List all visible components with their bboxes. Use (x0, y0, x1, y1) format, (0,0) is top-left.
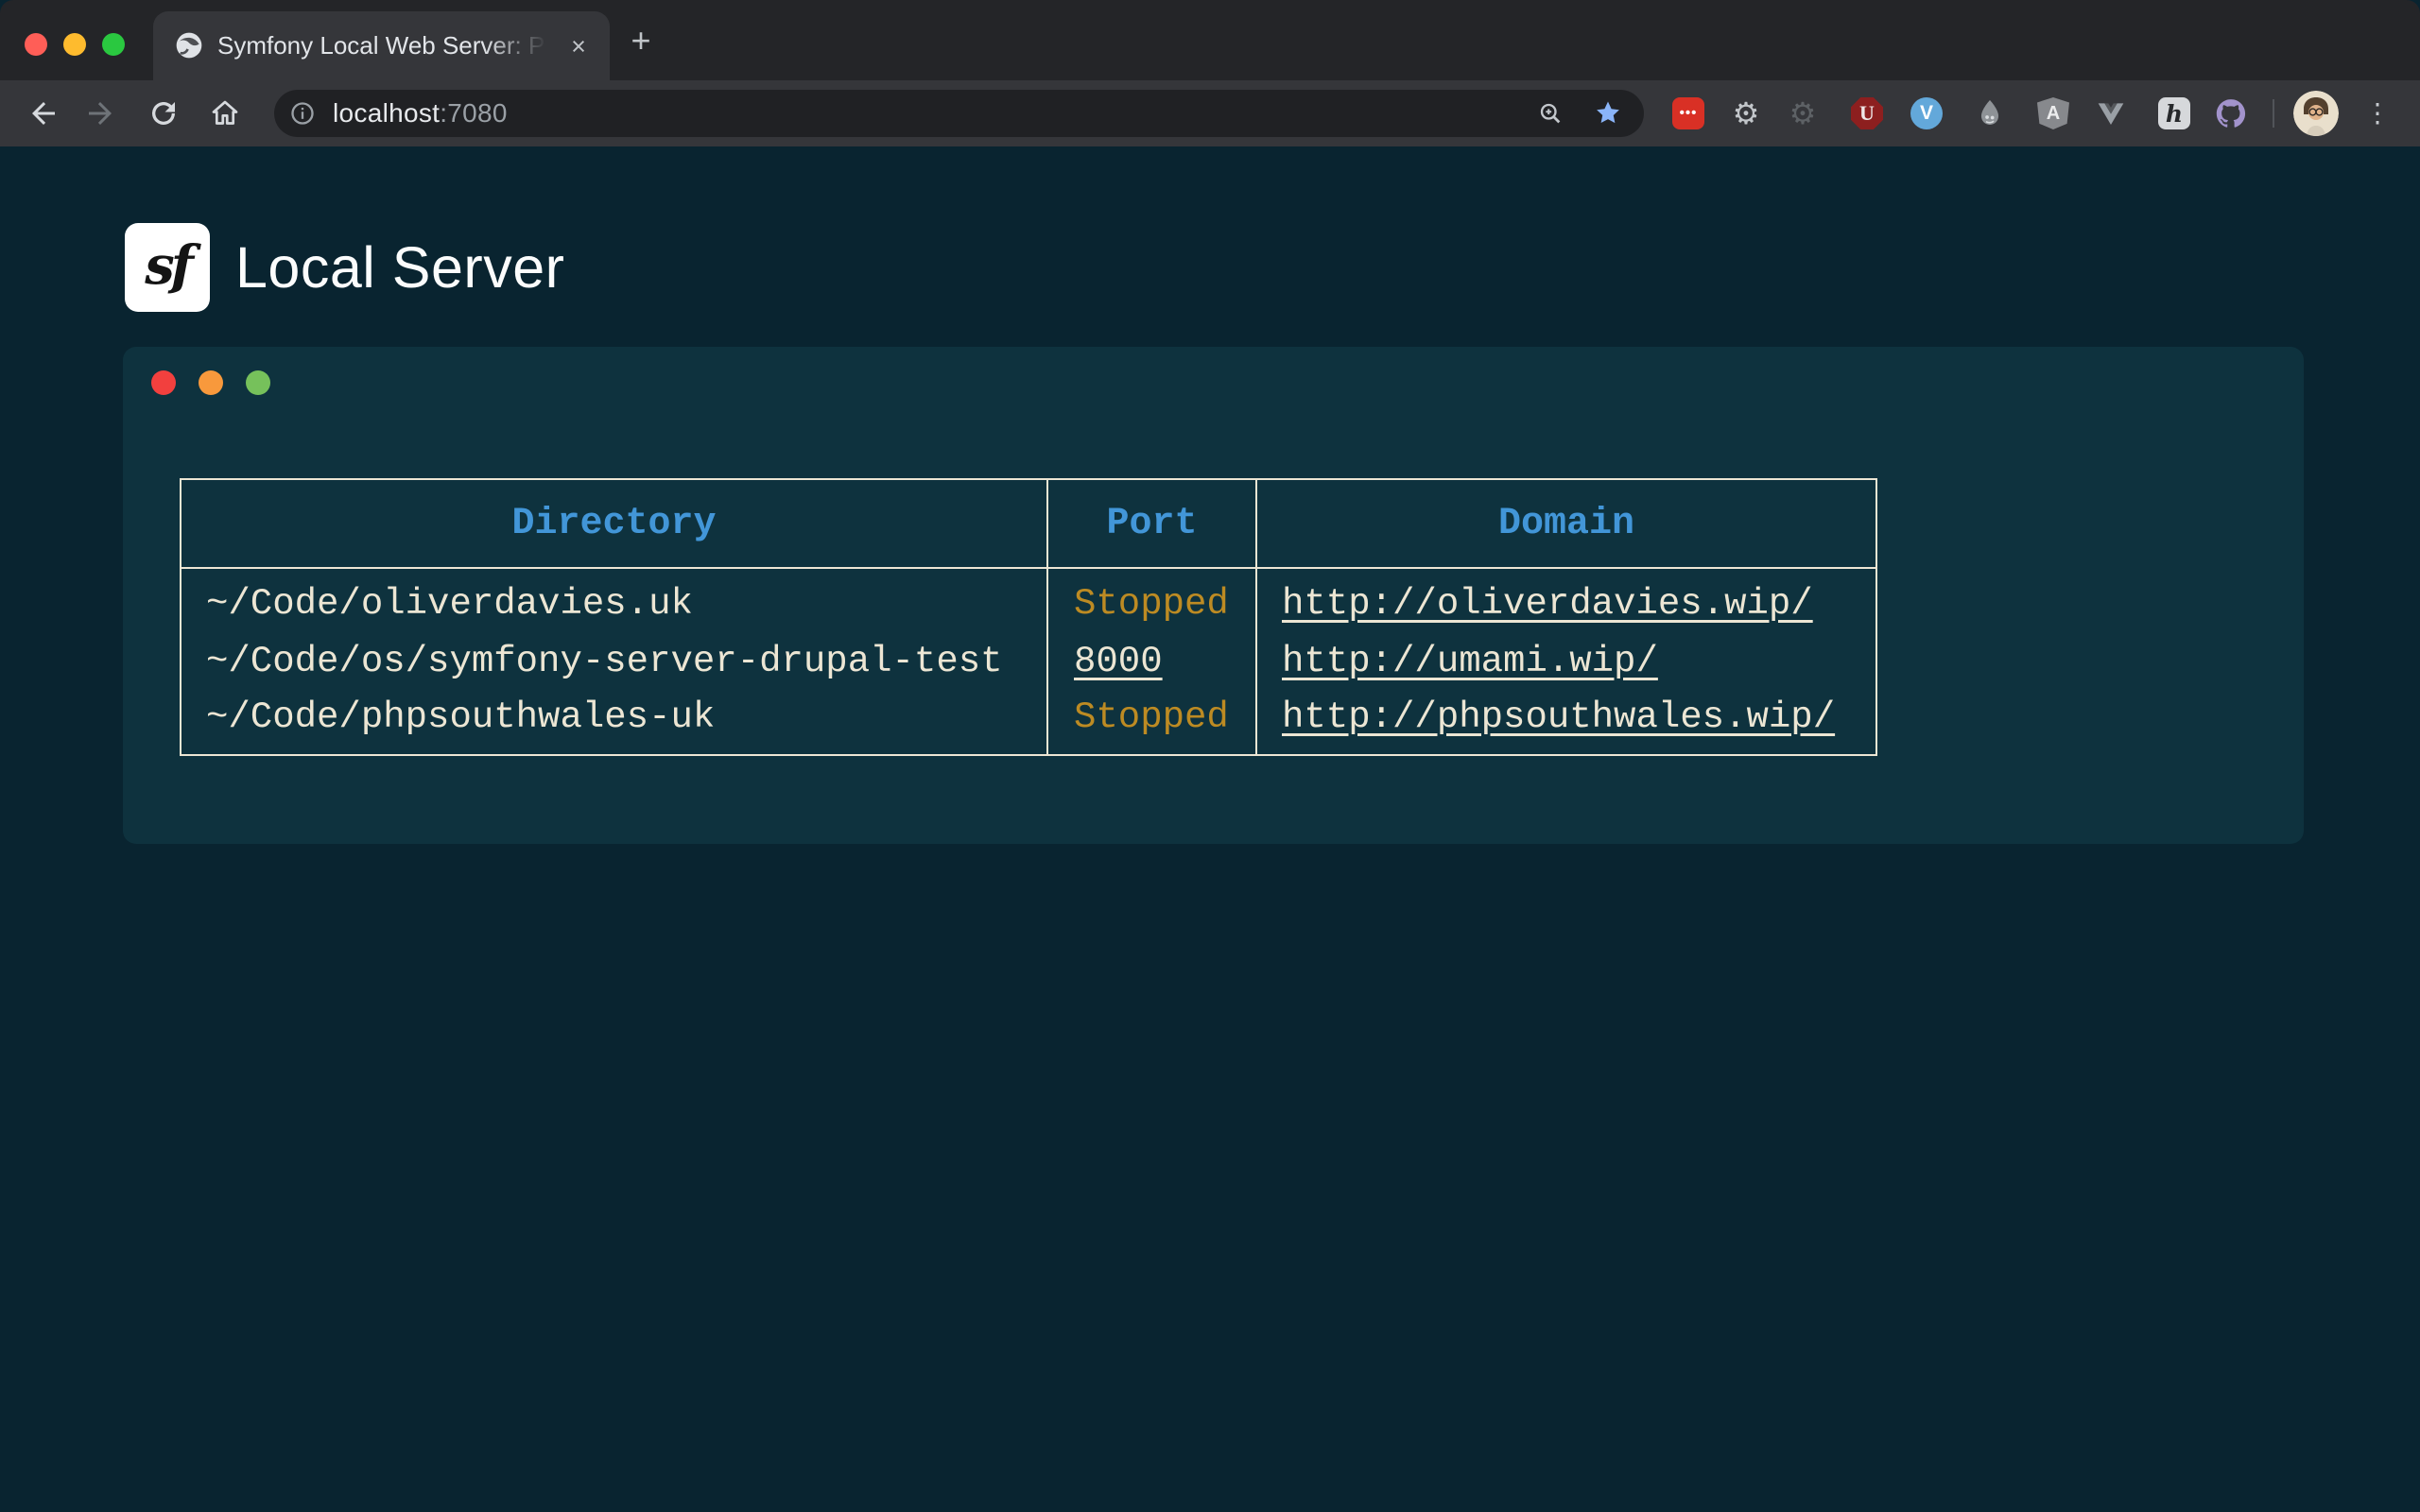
macos-close-button[interactable] (25, 33, 47, 56)
card-red-dot-icon (151, 370, 176, 395)
table-header-row: Directory Port Domain (181, 479, 1876, 568)
header-port: Port (1047, 479, 1256, 568)
extension-angular-icon[interactable]: A (2037, 97, 2069, 129)
extension-drupal-icon[interactable] (1974, 97, 2006, 129)
directory-cell: ~/Code/oliverdavies.uk (181, 568, 1047, 630)
toolbar-divider (2273, 99, 2274, 128)
browser-window: Symfony Local Web Server: Prox × + local… (0, 0, 2420, 1512)
bookmark-star-icon[interactable] (1594, 99, 1622, 128)
symfony-sf-glyph: sf (145, 234, 190, 297)
table-row: ~/Code/oliverdavies.uk Stopped http://ol… (181, 568, 1876, 630)
back-icon[interactable] (26, 96, 60, 130)
symfony-logo: sf (125, 223, 210, 312)
browser-toolbar: localhost:7080 ••• ⚙ ⚙ U V (0, 80, 2420, 146)
domain-link[interactable]: http://umami.wip/ (1282, 641, 1658, 682)
port-link[interactable]: 8000 (1074, 641, 1163, 682)
globe-favicon-icon (174, 30, 204, 60)
extension-gear-dark-icon[interactable]: ⚙ (1787, 97, 1819, 129)
extension-vue-icon[interactable] (2095, 97, 2127, 129)
directory-cell: ~/Code/phpsouthwales-uk (181, 693, 1047, 755)
extension-h-icon[interactable]: h (2158, 97, 2190, 129)
site-info-icon[interactable] (289, 100, 316, 127)
macos-zoom-button[interactable] (102, 33, 125, 56)
extension-ublock-icon[interactable]: U (1851, 97, 1883, 129)
extension-gear-light-icon[interactable]: ⚙ (1730, 97, 1762, 129)
forward-icon[interactable] (83, 96, 117, 130)
directory-cell: ~/Code/os/symfony-server-drupal-test (181, 630, 1047, 693)
home-icon[interactable] (208, 96, 242, 130)
browser-menu-icon[interactable]: ⋮ (2361, 97, 2394, 129)
browser-tab[interactable]: Symfony Local Web Server: Prox × (153, 11, 610, 80)
tab-title: Symfony Local Web Server: Prox (217, 11, 550, 80)
header-directory: Directory (181, 479, 1047, 568)
url-port: :7080 (440, 98, 508, 128)
card-green-dot-icon (246, 370, 270, 395)
domain-link[interactable]: http://phpsouthwales.wip/ (1282, 696, 1835, 738)
table-row: ~/Code/phpsouthwales-uk Stopped http://p… (181, 693, 1876, 755)
port-status: Stopped (1074, 583, 1229, 625)
url-text: localhost:7080 (333, 90, 508, 137)
page-content: sf Local Server Directory Port Domain ~ (0, 146, 2420, 1512)
domain-link[interactable]: http://oliverdavies.wip/ (1282, 583, 1813, 625)
extension-blue-v-icon[interactable]: V (1910, 97, 1943, 129)
server-card: Directory Port Domain ~/Code/oliverdavie… (123, 347, 2304, 844)
servers-table: Directory Port Domain ~/Code/oliverdavie… (180, 478, 1877, 756)
table-row: ~/Code/os/symfony-server-drupal-test 800… (181, 630, 1876, 693)
header-domain: Domain (1256, 479, 1876, 568)
address-bar[interactable]: localhost:7080 (274, 90, 1644, 137)
extension-github-octocat-icon[interactable] (2215, 97, 2247, 129)
zoom-page-icon[interactable] (1537, 100, 1564, 127)
port-status: Stopped (1074, 696, 1229, 738)
extension-password-manager-icon[interactable]: ••• (1672, 97, 1704, 129)
profile-avatar[interactable] (2293, 91, 2339, 136)
macos-minimize-button[interactable] (63, 33, 86, 56)
card-orange-dot-icon (199, 370, 223, 395)
new-tab-button[interactable]: + (622, 23, 660, 60)
tab-close-icon[interactable]: × (562, 30, 595, 62)
reload-icon[interactable] (147, 96, 181, 130)
url-host: localhost (333, 98, 440, 128)
page-title: Local Server (235, 234, 564, 301)
tab-bar: Symfony Local Web Server: Prox × + (0, 0, 2420, 80)
